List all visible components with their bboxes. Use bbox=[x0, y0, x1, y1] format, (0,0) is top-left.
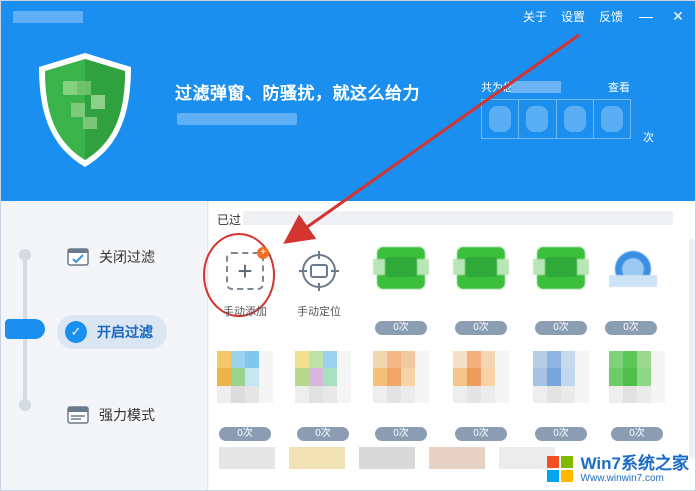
app-icon-blurred bbox=[453, 351, 509, 403]
add-badge-icon: + bbox=[257, 247, 269, 259]
app-icon-blurred bbox=[453, 245, 509, 297]
slider-stop bbox=[19, 399, 31, 411]
filtered-app-tile[interactable]: 0次 bbox=[525, 245, 597, 341]
mode-slider-handle[interactable] bbox=[5, 319, 45, 339]
header-banner: 关于 设置 反馈 — ✕ 过滤弹窗、防骚扰，就这么给力 共为您过 查看 次 bbox=[1, 1, 695, 201]
tile-caption: 手动定位 bbox=[297, 306, 341, 318]
window-title-blurred bbox=[13, 11, 83, 23]
scrollbar[interactable] bbox=[689, 239, 695, 459]
mode-panel: 关闭过滤 ✓ 开启过滤 强力模式 bbox=[1, 201, 208, 490]
view-stats-link[interactable]: 查看 bbox=[608, 79, 630, 95]
tile-caption: 手动添加 bbox=[223, 306, 267, 318]
site-watermark: Win7系统之家 Www.winwin7.com bbox=[545, 454, 689, 484]
close-button[interactable]: ✕ bbox=[669, 9, 687, 23]
app-icon-blurred bbox=[533, 351, 589, 403]
app-icon-blurred bbox=[217, 351, 273, 403]
mode-label: 强力模式 bbox=[99, 407, 155, 423]
filtered-app-tile[interactable]: 0次 bbox=[595, 245, 667, 341]
app-icon-blurred bbox=[533, 245, 589, 297]
app-icon-blurred bbox=[609, 351, 665, 403]
manual-add-tile[interactable]: + + 手动添加 bbox=[203, 233, 281, 341]
app-icon-blurred bbox=[373, 245, 429, 297]
counter-digit bbox=[557, 100, 594, 138]
windows-logo-icon bbox=[546, 456, 573, 482]
blocked-count-badge: 0次 bbox=[605, 321, 657, 335]
minimize-button[interactable]: — bbox=[637, 9, 655, 23]
filtered-app-tile[interactable]: 0次 bbox=[287, 351, 359, 447]
mode-strong[interactable]: 强力模式 bbox=[67, 405, 155, 425]
filtered-app-tile[interactable]: 0次 bbox=[209, 351, 281, 447]
blocked-count-badge: 0次 bbox=[455, 321, 507, 335]
app-window: 关于 设置 反馈 — ✕ 过滤弹窗、防骚扰，就这么给力 共为您过 查看 次 关闭… bbox=[0, 0, 696, 491]
app-icon-blurred bbox=[373, 351, 429, 403]
blocked-count-badge: 0次 bbox=[219, 427, 271, 441]
crosshair-icon bbox=[299, 251, 339, 291]
mode-enable-filter[interactable]: ✓ 开启过滤 bbox=[57, 315, 167, 349]
filtered-heading-blurred bbox=[243, 211, 673, 225]
counter-digit bbox=[482, 100, 520, 138]
filtered-app-tile[interactable]: 0次 bbox=[445, 351, 517, 447]
window-icon bbox=[67, 406, 89, 424]
filtered-heading: 已过 bbox=[217, 213, 242, 227]
blocked-count-badge: 0次 bbox=[535, 427, 587, 441]
times-suffix: 次 bbox=[643, 132, 654, 144]
filtered-app-tile[interactable]: 0次 bbox=[365, 245, 437, 341]
manual-locate-tile[interactable]: 手动定位 bbox=[283, 245, 355, 341]
blocked-count-badge: 0次 bbox=[611, 427, 663, 441]
mode-disable-filter[interactable]: 关闭过滤 bbox=[67, 247, 155, 267]
mode-label: 开启过滤 bbox=[97, 324, 153, 340]
checkbox-window-icon bbox=[67, 248, 89, 266]
blocked-count-badge: 0次 bbox=[375, 427, 427, 441]
shield-icon bbox=[39, 53, 131, 167]
app-icon-blurred bbox=[603, 245, 659, 297]
filtered-app-tile[interactable]: 0次 bbox=[601, 351, 673, 447]
watermark-url: Www.winwin7.com bbox=[580, 472, 664, 484]
stats-counter bbox=[481, 99, 631, 139]
blocked-count-badge: 0次 bbox=[455, 427, 507, 441]
check-icon: ✓ bbox=[65, 321, 87, 343]
blocked-count-badge: 0次 bbox=[375, 321, 427, 335]
blocked-count-badge: 0次 bbox=[297, 427, 349, 441]
counter-digit bbox=[594, 100, 630, 138]
plus-icon: + + bbox=[226, 247, 269, 290]
blocked-count-badge: 0次 bbox=[535, 321, 587, 335]
about-link[interactable]: 关于 bbox=[523, 8, 547, 25]
feedback-link[interactable]: 反馈 bbox=[599, 8, 623, 25]
watermark-brand: Win7系统之家 bbox=[580, 453, 689, 473]
filtered-app-tile[interactable]: 0次 bbox=[365, 351, 437, 447]
filtered-app-tile[interactable]: 0次 bbox=[445, 245, 517, 341]
app-icon-blurred bbox=[295, 351, 351, 403]
filtered-apps-panel: 已过 + + 手动添加 手动定位 0次 0次 0次 0次 0次 0次 0次 0次… bbox=[203, 201, 695, 490]
slogan-subtext-blurred bbox=[177, 113, 297, 125]
settings-link[interactable]: 设置 bbox=[561, 8, 585, 25]
filtered-app-tile[interactable]: 0次 bbox=[525, 351, 597, 447]
counter-digit bbox=[519, 100, 557, 138]
mode-label: 关闭过滤 bbox=[99, 249, 155, 265]
slider-stop bbox=[19, 249, 31, 261]
title-bar-controls: 关于 设置 反馈 — ✕ bbox=[523, 1, 695, 31]
stats-label-blurred bbox=[511, 81, 561, 93]
slogan-text: 过滤弹窗、防骚扰，就这么给力 bbox=[175, 84, 420, 103]
